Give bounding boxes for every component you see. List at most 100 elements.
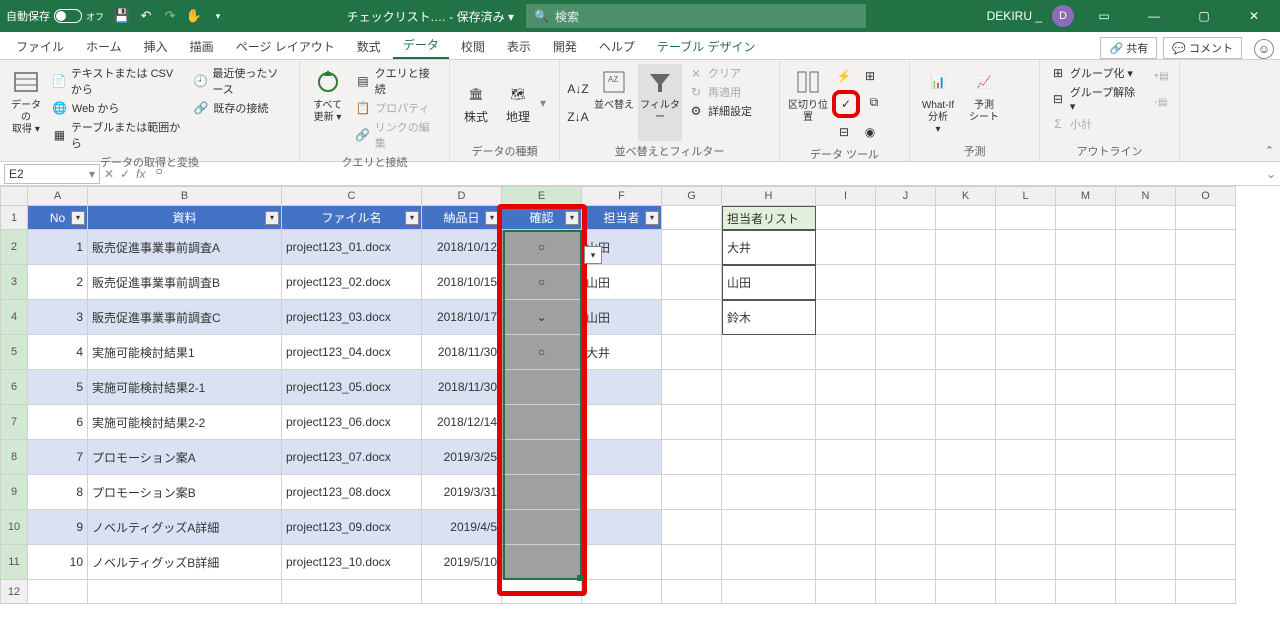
cell[interactable] (282, 580, 422, 604)
sort-asc-icon[interactable]: A↓Z (566, 77, 590, 101)
tab-review[interactable]: 校閲 (451, 34, 495, 59)
cell-check[interactable] (502, 475, 582, 510)
cell-date[interactable]: 2019/4/5 (422, 510, 502, 545)
cell-check[interactable]: ○ (502, 230, 582, 265)
cell-person[interactable] (582, 510, 662, 545)
tab-formulas[interactable]: 数式 (347, 34, 391, 59)
cell-date[interactable]: 2018/10/12 (422, 230, 502, 265)
row-header[interactable]: 8 (0, 440, 28, 475)
table-header-cell[interactable]: 納品日▾ (422, 206, 502, 230)
filter-dropdown-icon[interactable]: ▾ (485, 211, 499, 225)
col-header[interactable]: F (582, 186, 662, 206)
cell[interactable] (996, 510, 1056, 545)
cell-date[interactable]: 2019/5/10 (422, 545, 502, 580)
cell[interactable] (936, 510, 996, 545)
cell[interactable] (1056, 510, 1116, 545)
cell-check[interactable] (502, 370, 582, 405)
cell[interactable] (876, 580, 936, 604)
cell[interactable] (996, 335, 1056, 370)
document-title[interactable]: チェックリスト.… - 保存済み ▾ (347, 8, 514, 25)
cell[interactable] (936, 230, 996, 265)
cell-no[interactable]: 10 (28, 545, 88, 580)
tab-home[interactable]: ホーム (76, 34, 132, 59)
cell-check[interactable] (502, 405, 582, 440)
cell[interactable] (936, 475, 996, 510)
list-cell[interactable]: 大井 (722, 230, 816, 265)
feedback-icon[interactable]: ☺ (1254, 39, 1274, 59)
cell[interactable] (1176, 580, 1236, 604)
tab-data[interactable]: データ (393, 32, 449, 59)
cell[interactable] (1116, 580, 1176, 604)
group-button[interactable]: ⊞グループ化 ▾ (1046, 64, 1147, 82)
cell[interactable] (1056, 370, 1116, 405)
cell-doc[interactable]: プロモーション案A (88, 440, 282, 475)
table-header-cell[interactable]: 資料▾ (88, 206, 282, 230)
cell[interactable] (1056, 580, 1116, 604)
cell-date[interactable]: 2018/12/14 (422, 405, 502, 440)
cell-check[interactable] (502, 510, 582, 545)
row-header[interactable]: 9 (0, 475, 28, 510)
touch-mode-icon[interactable]: ✋ (186, 8, 202, 24)
cell-no[interactable]: 3 (28, 300, 88, 335)
col-header[interactable]: O (1176, 186, 1236, 206)
save-icon[interactable]: 💾 (114, 8, 130, 24)
cell-doc[interactable]: 販売促進事業事前調査C (88, 300, 282, 335)
list-cell[interactable] (722, 510, 816, 545)
cell-date[interactable]: 2018/11/30 (422, 370, 502, 405)
row-header[interactable]: 7 (0, 405, 28, 440)
cell-no[interactable]: 2 (28, 265, 88, 300)
cell-person[interactable] (582, 370, 662, 405)
cell[interactable] (1056, 475, 1116, 510)
cell[interactable] (876, 510, 936, 545)
cell[interactable] (876, 370, 936, 405)
expand-formula-bar-icon[interactable]: ⌄ (1266, 167, 1276, 181)
consolidate-icon[interactable]: ⊞ (858, 64, 882, 88)
table-header-cell[interactable]: ファイル名▾ (282, 206, 422, 230)
cell[interactable] (876, 265, 936, 300)
list-cell[interactable] (722, 370, 816, 405)
cell[interactable] (1116, 510, 1176, 545)
cell[interactable] (1116, 335, 1176, 370)
cell-doc[interactable]: 販売促進事業事前調査B (88, 265, 282, 300)
col-header[interactable]: D (422, 186, 502, 206)
cell[interactable] (996, 265, 1056, 300)
cell[interactable] (876, 230, 936, 265)
cell[interactable] (1056, 440, 1116, 475)
cell[interactable] (1116, 265, 1176, 300)
cell[interactable] (1176, 300, 1236, 335)
reapply-filter-button[interactable]: ↻再適用 (684, 83, 756, 101)
cell-date[interactable]: 2018/10/17 (422, 300, 502, 335)
cell[interactable] (996, 405, 1056, 440)
from-web-button[interactable]: 🌐Web から (48, 99, 187, 117)
list-cell[interactable]: 山田 (722, 265, 816, 300)
cell[interactable] (876, 405, 936, 440)
cell[interactable] (816, 230, 876, 265)
cell[interactable] (996, 475, 1056, 510)
cell-no[interactable]: 8 (28, 475, 88, 510)
table-header-cell[interactable]: No▾ (28, 206, 88, 230)
close-icon[interactable]: ✕ (1234, 0, 1274, 32)
cell[interactable] (816, 440, 876, 475)
cell[interactable] (662, 510, 722, 545)
cell[interactable] (936, 265, 996, 300)
cell-file[interactable]: project123_07.docx (282, 440, 422, 475)
cell-file[interactable]: project123_10.docx (282, 545, 422, 580)
cell[interactable] (996, 230, 1056, 265)
cell[interactable] (662, 206, 722, 230)
row-header[interactable]: 11 (0, 545, 28, 580)
autosave-toggle[interactable]: 自動保存 オフ (6, 8, 104, 24)
cell-file[interactable]: project123_03.docx (282, 300, 422, 335)
cell[interactable] (816, 545, 876, 580)
cell-doc[interactable]: ノベルティグッズB詳細 (88, 545, 282, 580)
row-header[interactable]: 5 (0, 335, 28, 370)
cell[interactable] (816, 510, 876, 545)
cell-check[interactable] (502, 545, 582, 580)
cell[interactable] (1056, 206, 1116, 230)
list-cell[interactable] (722, 475, 816, 510)
what-if-button[interactable]: 📊 What-If 分析 ▾ (916, 64, 960, 141)
col-header[interactable]: G (662, 186, 722, 206)
cell-file[interactable]: project123_05.docx (282, 370, 422, 405)
row-header[interactable]: 12 (0, 580, 28, 604)
undo-icon[interactable]: ↶ (138, 8, 154, 24)
cell[interactable] (1056, 335, 1116, 370)
